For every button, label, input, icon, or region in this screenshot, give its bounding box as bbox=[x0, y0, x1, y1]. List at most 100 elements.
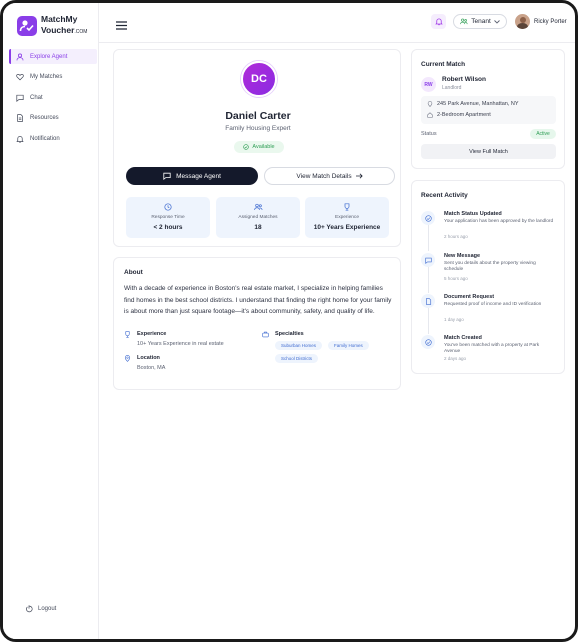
activity-description: Requested proof of income and ID verific… bbox=[444, 302, 542, 307]
brand-name: MatchMy Voucher.COM bbox=[41, 15, 87, 37]
activity-description: You've been matched with a property at P… bbox=[444, 343, 540, 355]
logout-label: Logout bbox=[38, 606, 57, 612]
check-circle-icon bbox=[424, 338, 432, 346]
logout-button[interactable]: Logout bbox=[25, 605, 56, 613]
menu-toggle-icon[interactable] bbox=[116, 17, 127, 35]
match-address: 245 Park Avenue, Manhattan, NY bbox=[437, 101, 519, 107]
specialties-list: Suburban Homes Family Homes bbox=[275, 341, 369, 350]
briefcase-icon bbox=[262, 331, 269, 338]
agent-name: Daniel Carter bbox=[225, 110, 291, 122]
activity-title: Match Status Updated bbox=[444, 211, 502, 217]
about-title: About bbox=[124, 269, 143, 276]
sidebar-item-explore-agent[interactable]: Explore Agent bbox=[9, 49, 97, 64]
brand-name-line2: Voucher bbox=[41, 25, 75, 35]
activity-item: Document Request Requested proof of inco… bbox=[421, 294, 561, 334]
specialties-label: Specialties bbox=[275, 331, 304, 337]
stat-label: Assigned Matches bbox=[238, 215, 278, 220]
top-bar: Tenant Ricky Porter bbox=[99, 3, 575, 43]
view-match-details-button[interactable]: View Match Details bbox=[264, 167, 395, 185]
agent-avatar: DC bbox=[241, 61, 277, 97]
match-role: Landlord bbox=[442, 85, 462, 91]
stat-value: 18 bbox=[254, 224, 262, 231]
location-pin-icon bbox=[427, 101, 433, 107]
sidebar-item-label: Resources bbox=[30, 115, 59, 121]
activity-item: New Message Sent you details about the p… bbox=[421, 253, 561, 293]
sidebar-item-label: Chat bbox=[30, 94, 43, 101]
app-window: MatchMy Voucher.COM Explore Agent My Mat… bbox=[0, 0, 578, 642]
clock-icon bbox=[164, 203, 172, 211]
activity-title: Document Request bbox=[444, 294, 495, 300]
logo-mark-icon bbox=[17, 16, 37, 36]
activity-time: 2 days ago bbox=[444, 356, 467, 361]
about-card: About With a decade of experience in Bos… bbox=[113, 257, 401, 390]
role-selector[interactable]: Tenant bbox=[453, 14, 507, 29]
activity-description: Your application has been approved by th… bbox=[444, 219, 554, 224]
view-match-details-label: View Match Details bbox=[296, 172, 352, 180]
agent-profile-card: DC Daniel Carter Family Housing Expert A… bbox=[113, 49, 401, 247]
users-icon bbox=[253, 203, 262, 211]
match-property-box: 245 Park Avenue, Manhattan, NY 2-Bedroom… bbox=[421, 96, 556, 124]
brand-name-line1: MatchMy bbox=[41, 14, 78, 24]
experience-value: 10+ Years Experience in real estate bbox=[137, 341, 224, 347]
current-match-title: Current Match bbox=[421, 61, 466, 68]
chevron-down-icon bbox=[493, 19, 500, 24]
users-icon bbox=[460, 18, 468, 25]
specialty-chip: School Districts bbox=[275, 354, 319, 363]
sidebar-nav: Explore Agent My Matches Chat Resources … bbox=[9, 49, 97, 152]
experience-label: Experience bbox=[137, 331, 167, 337]
home-icon bbox=[427, 112, 433, 118]
match-unit-row: 2-Bedroom Apartment bbox=[427, 112, 491, 118]
stat-value: 10+ Years Experience bbox=[313, 224, 381, 231]
experience-info: Experience 10+ Years Experience in real … bbox=[124, 331, 224, 347]
role-label: Tenant bbox=[471, 18, 491, 25]
notification-button[interactable] bbox=[431, 14, 446, 29]
sidebar-item-chat[interactable]: Chat bbox=[9, 90, 97, 105]
bell-icon bbox=[434, 18, 443, 26]
recent-activity-card: Recent Activity Match Status Updated You… bbox=[411, 180, 565, 374]
location-label: Location bbox=[137, 355, 160, 361]
specialties-list-row2: School Districts bbox=[275, 354, 369, 363]
document-icon bbox=[17, 114, 23, 122]
specialty-chip: Suburban Homes bbox=[275, 341, 323, 350]
brand-name-suffix: .COM bbox=[74, 29, 88, 35]
user-menu[interactable]: Ricky Porter bbox=[515, 14, 567, 29]
activity-time: 5 hours ago bbox=[444, 276, 468, 281]
stat-label: Experience bbox=[335, 215, 359, 220]
agent-title: Family Housing Expert bbox=[225, 125, 291, 132]
bell-icon bbox=[16, 135, 24, 143]
status-label: Available bbox=[252, 144, 275, 150]
sidebar-item-label: My Matches bbox=[30, 74, 63, 80]
location-info: Location Boston, MA bbox=[124, 355, 165, 371]
activity-time: 1 day ago bbox=[444, 317, 464, 322]
match-address-row: 245 Park Avenue, Manhattan, NY bbox=[427, 101, 519, 107]
message-agent-label: Message Agent bbox=[176, 172, 221, 180]
award-icon bbox=[344, 203, 350, 211]
location-value: Boston, MA bbox=[137, 365, 166, 371]
current-match-card: Current Match RW Robert Wilson Landlord … bbox=[411, 49, 565, 169]
about-text: With a decade of experience in Boston's … bbox=[124, 285, 392, 316]
message-agent-button[interactable]: Message Agent bbox=[126, 167, 258, 185]
match-name: Robert Wilson bbox=[442, 76, 486, 83]
activity-item: Match Created You've been matched with a… bbox=[421, 335, 561, 375]
activity-time: 2 hours ago bbox=[444, 234, 468, 239]
activity-description: Sent you details about the property view… bbox=[444, 261, 536, 273]
status-badge: Available bbox=[234, 141, 284, 153]
chat-icon bbox=[163, 172, 171, 180]
sidebar-item-my-matches[interactable]: My Matches bbox=[9, 70, 97, 85]
stat-value: < 2 hours bbox=[153, 224, 183, 231]
user-name: Ricky Porter bbox=[534, 18, 567, 25]
sidebar-item-resources[interactable]: Resources bbox=[9, 111, 97, 126]
file-icon bbox=[425, 297, 431, 305]
brand-logo[interactable]: MatchMy Voucher.COM bbox=[17, 15, 87, 37]
check-circle-icon bbox=[243, 144, 250, 150]
power-icon bbox=[26, 605, 33, 613]
stat-response-time: Response Time < 2 hours bbox=[126, 197, 210, 238]
view-full-match-button[interactable]: View Full Match bbox=[421, 144, 556, 159]
award-icon bbox=[125, 331, 130, 338]
match-avatar: RW bbox=[421, 77, 436, 92]
sidebar-item-notification[interactable]: Notification bbox=[9, 131, 97, 146]
recent-activity-title: Recent Activity bbox=[421, 192, 468, 199]
sidebar-item-label: Explore Agent bbox=[30, 53, 68, 60]
sidebar-item-label: Notification bbox=[30, 135, 60, 142]
match-status-label: Status bbox=[421, 131, 437, 137]
